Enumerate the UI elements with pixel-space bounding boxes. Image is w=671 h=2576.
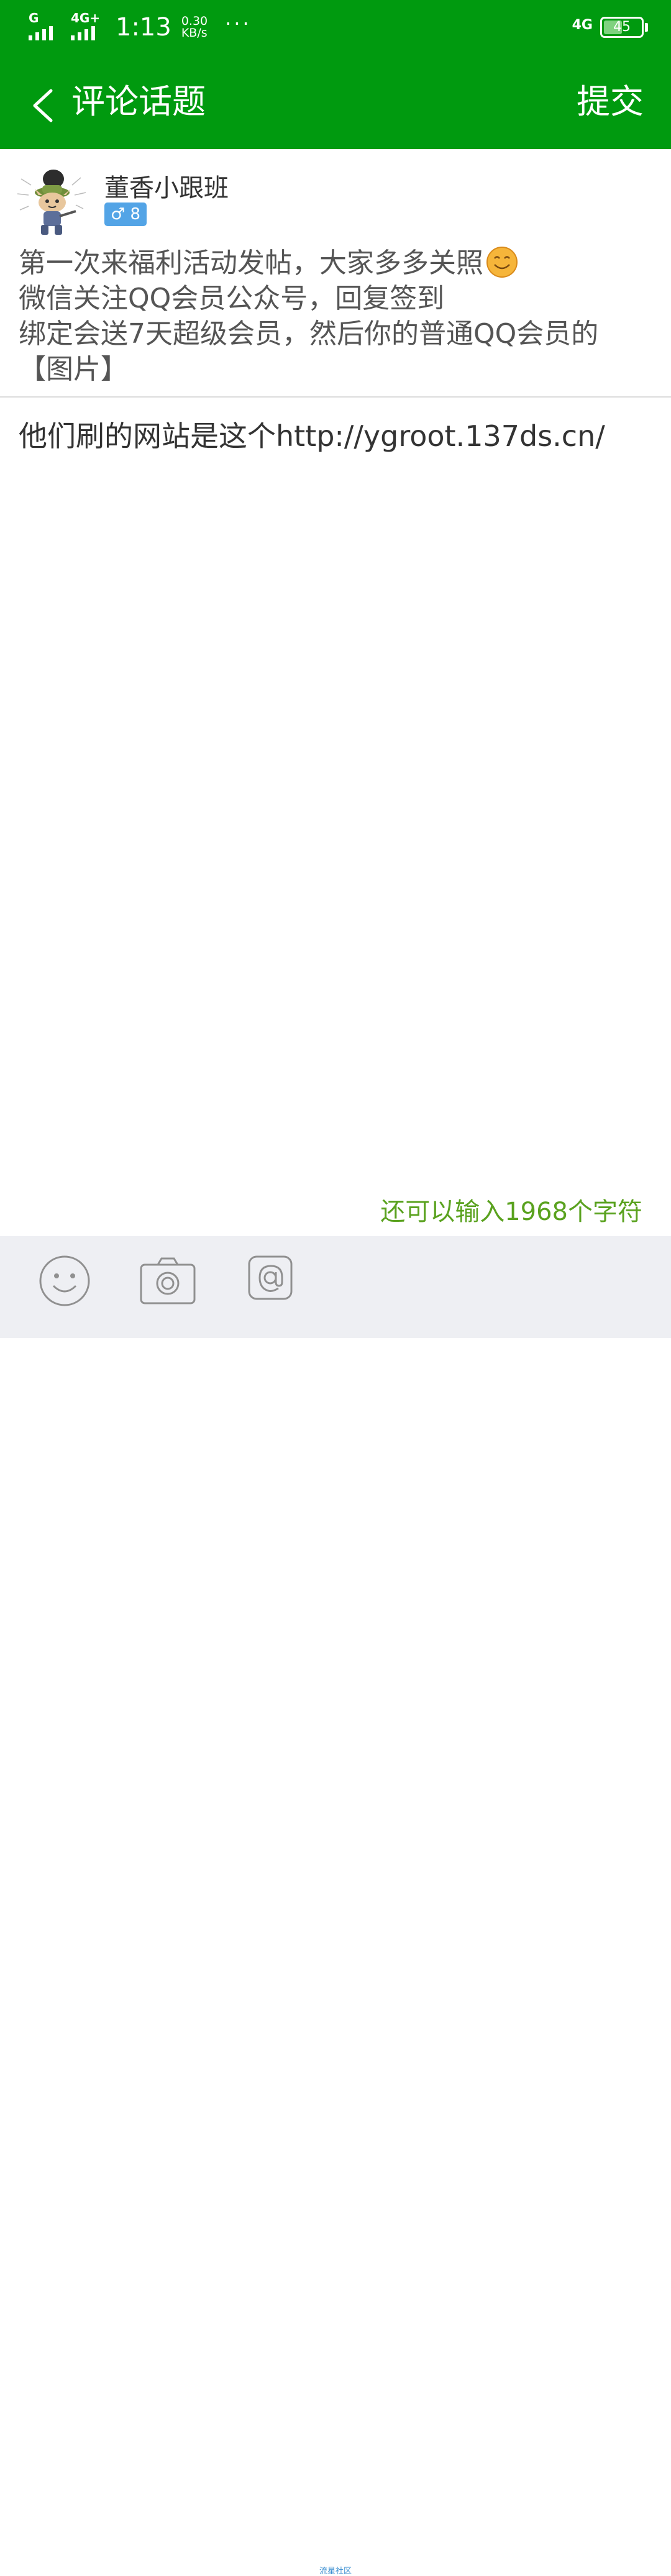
network-speed: 0.30 KB/s (181, 16, 208, 39)
avatar[interactable] (16, 166, 88, 239)
watermark: 流星社区 (319, 2567, 352, 2576)
signal-strength-icon: G (29, 11, 61, 40)
gender-level-badge: ♂ 8 (104, 203, 147, 226)
at-icon[interactable] (247, 1255, 293, 1301)
post-content: 第一次来福利活动发帖，大家多多关照 微信关注QQ会员公众号，回复签到 绑定会送7… (19, 245, 659, 387)
battery-level: 45 (613, 19, 631, 35)
network-type: 4G (572, 17, 593, 33)
camera-icon[interactable] (139, 1255, 196, 1307)
signal-type-label: G (29, 11, 39, 25)
smile-icon[interactable] (39, 1255, 91, 1307)
clock: 1:13 (116, 13, 171, 42)
post-image-placeholder[interactable]: 【图片】 (19, 352, 659, 387)
signal-type-label-2: 4G+ (71, 11, 101, 25)
character-counter: 还可以输入1968个字符 (380, 1198, 642, 1226)
input-toolbar: 流星社区 (0, 1236, 671, 2576)
post-line-text: 第一次来福利活动发帖，大家多多关照 (19, 247, 483, 279)
post-line: 微信关注QQ会员公众号，回复签到 (19, 283, 445, 314)
chevron-left-icon[interactable] (30, 88, 57, 123)
smile-emoji-icon (486, 247, 518, 278)
app-header: 评论话题 提交 (0, 55, 671, 149)
network-speed-unit: KB/s (181, 26, 208, 40)
battery-icon: 45 (600, 17, 648, 38)
submit-button[interactable]: 提交 (577, 82, 644, 122)
post-line: 绑定会送7天超级会员，然后你的普通QQ会员的 (19, 318, 599, 350)
more-notifications-icon: ··· (225, 12, 252, 35)
status-bar: G 4G+ 1:13 0.30 KB/s ··· 4G 45 (0, 0, 671, 55)
page-title: 评论话题 (71, 82, 206, 121)
original-post: 董香小跟班 ♂ 8 第一次来福利活动发帖，大家多多关照 微信关注QQ会员公众号，… (0, 149, 671, 398)
reply-input[interactable]: 他们刷的网站是这个http://ygroot.137ds.cn/ (19, 416, 652, 456)
signal-strength-icon-2: 4G+ (71, 11, 103, 40)
username[interactable]: 董香小跟班 (104, 168, 229, 204)
post-line: 第一次来福利活动发帖，大家多多关照 (19, 245, 659, 281)
